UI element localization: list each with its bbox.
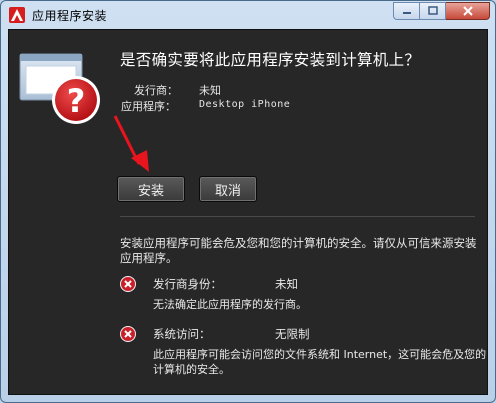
close-icon: [462, 6, 473, 16]
svg-text:?: ?: [67, 82, 86, 120]
title-bar[interactable]: 应用程序安装: [1, 1, 495, 29]
adobe-air-logo-icon: [9, 7, 25, 23]
system-access-value: 无限制: [275, 327, 310, 341]
system-access-label: 系统访问：: [153, 327, 211, 341]
publisher-value: 未知: [199, 84, 221, 97]
cancel-button[interactable]: 取消: [199, 176, 257, 202]
red-arrow-annotation: [109, 112, 159, 186]
error-x-icon: [120, 276, 136, 292]
maximize-icon: [427, 6, 438, 15]
install-question: 是否确实要将此应用程序安装到计算机上？: [120, 51, 421, 69]
security-warning-text: 安装应用程序可能会危及您和您的计算机的安全。请仅从可信来源安装应用程序。: [120, 236, 477, 265]
maximize-button[interactable]: [420, 2, 446, 20]
window-title: 应用程序安装: [32, 9, 108, 23]
publisher-identity-label: 发行商身份：: [153, 277, 222, 291]
application-value: Desktop iPhone: [199, 99, 291, 110]
system-access-description: 此应用程序可能会访问您的文件系统和 Internet，这可能会危及您的计算机的安…: [153, 348, 487, 376]
install-button[interactable]: 安装: [117, 176, 185, 202]
installer-window: 应用程序安装 ? 是否确实要将此应用程序安装到计算机上？ 发行商： 未知 应用程…: [0, 0, 496, 403]
dialog-content: ? 是否确实要将此应用程序安装到计算机上？ 发行商： 未知 应用程序： Desk…: [8, 29, 488, 395]
publisher-label: 发行商：: [134, 84, 178, 97]
question-mark-window-icon: ?: [18, 48, 108, 132]
divider: [120, 216, 475, 217]
window-controls: [393, 2, 490, 20]
publisher-identity-description: 无法确定此应用程序的发行商。: [153, 298, 307, 311]
minimize-icon: [402, 12, 411, 14]
publisher-identity-value: 未知: [275, 277, 298, 291]
error-x-icon: [120, 326, 136, 342]
close-button[interactable]: [446, 2, 490, 20]
minimize-button[interactable]: [393, 2, 420, 20]
